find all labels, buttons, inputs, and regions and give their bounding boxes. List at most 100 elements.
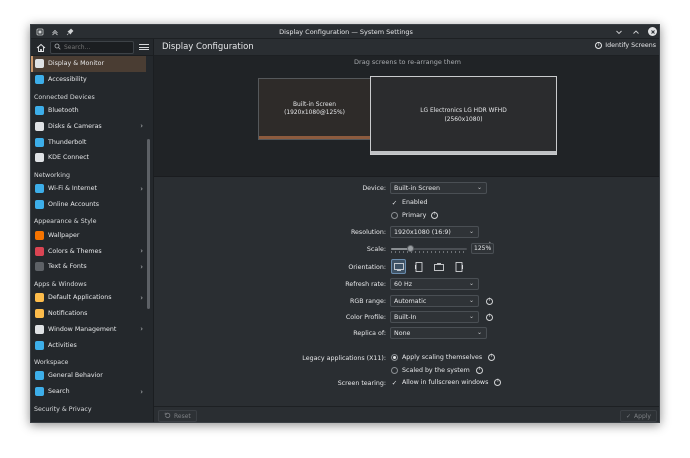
sidebar-item-label: Colors & Themes: [48, 247, 102, 255]
sidebar: Display & Monitor Accessibility Connected …: [31, 39, 154, 422]
primary-info-icon[interactable]: i: [431, 212, 439, 219]
screen-arrangement-area[interactable]: Drag screens to re-arrange them Built-in…: [154, 56, 659, 177]
chevron-right-icon: ›: [140, 325, 143, 334]
legacy-option-2-info-icon[interactable]: i: [475, 367, 483, 374]
legacy-option-1-info-icon[interactable]: i: [488, 354, 496, 361]
apply-checkmark-icon: ✓: [626, 412, 632, 420]
checkmark-icon[interactable]: ✓: [391, 379, 398, 387]
screen-tearing-row[interactable]: ✓ Allow in fullscreen windows i: [391, 379, 502, 387]
sidebar-item-kde-connect[interactable]: KDE Connect: [31, 150, 146, 166]
sidebar-item-window-management[interactable]: Window Management ›: [31, 321, 146, 337]
orientation-flipped-button[interactable]: [431, 259, 446, 274]
orientation-portrait-left-button[interactable]: [411, 259, 426, 274]
bluetooth-icon: [35, 105, 44, 115]
enabled-checkbox-row[interactable]: ✓ Enabled: [391, 199, 428, 207]
sidebar-item-general-behavior[interactable]: General Behavior: [31, 368, 146, 384]
main-panel: Display Configuration i Identify Screens…: [154, 39, 659, 422]
legacy-option-2-row[interactable]: Scaled by the system i: [391, 367, 483, 374]
color-profile-info-icon[interactable]: i: [486, 313, 493, 321]
rgb-range-value: Automatic: [394, 297, 427, 305]
globe-icon: [35, 184, 44, 194]
maximize-icon[interactable]: [631, 27, 640, 36]
color-profile-label: Color Profile:: [345, 314, 386, 321]
minimize-icon[interactable]: [614, 27, 623, 36]
sidebar-item-disks-cameras[interactable]: Disks & Cameras ›: [31, 118, 146, 134]
refresh-rate-select[interactable]: 60 Hz ⌄: [390, 278, 479, 290]
orientation-landscape-button[interactable]: [391, 259, 406, 274]
settings-form: Device: Built-in Screen ⌄ ✓ Enabled Prim…: [154, 177, 659, 407]
system-settings-window: Display Configuration — System Settings: [30, 24, 660, 423]
rgb-range-label: RGB range:: [349, 298, 386, 305]
refresh-rate-value: 60 Hz: [394, 280, 413, 288]
screen-lg-name: LG Electronics LG HDR WFHD: [420, 108, 507, 115]
screen-builtin[interactable]: Built-in Screen (1920x1080@125%): [258, 78, 371, 140]
resolution-select[interactable]: 1920x1080 (16:9) ⌄: [390, 226, 479, 238]
orientation-portrait-right-button[interactable]: [451, 259, 466, 274]
scale-spinbox[interactable]: 125% ˄ ˅: [471, 243, 494, 254]
screen-lg[interactable]: LG Electronics LG HDR WFHD (2560x1080): [370, 76, 557, 155]
replica-select[interactable]: None ⌄: [390, 327, 487, 339]
landscape-icon: [393, 262, 404, 271]
sidebar-item-activities[interactable]: Activities: [31, 337, 146, 353]
sidebar-item-search[interactable]: Search ›: [31, 384, 146, 400]
search-box[interactable]: [50, 41, 134, 54]
window-title: Display Configuration — System Settings: [279, 28, 413, 36]
sidebar-scrollbar[interactable]: [147, 139, 150, 309]
legacy-apps-label: Legacy applications (X11):: [302, 355, 386, 362]
sidebar-item-wi-fi-internet[interactable]: Wi-Fi & Internet ›: [31, 181, 146, 197]
chevron-right-icon: ›: [140, 293, 143, 302]
primary-radio-row[interactable]: Primary i: [391, 212, 439, 219]
sidebar-item-thunderbolt[interactable]: Thunderbolt: [31, 134, 146, 150]
device-select[interactable]: Built-in Screen ⌄: [390, 182, 487, 194]
thunderbolt-icon: [35, 137, 44, 147]
device-select-value: Built-in Screen: [394, 184, 440, 192]
sidebar-item-label: Text & Fonts: [48, 263, 87, 271]
rgb-range-info-icon[interactable]: i: [486, 297, 493, 305]
sidebar-category: Networking: [34, 171, 71, 179]
star-icon: [35, 293, 44, 303]
resolution-label: Resolution:: [350, 229, 386, 236]
portrait-right-icon: [455, 261, 463, 272]
search-input[interactable]: [64, 44, 134, 51]
legacy-option-1-label: Apply scaling themselves: [402, 354, 483, 361]
screen-tearing-label: Screen tearing:: [337, 380, 386, 387]
sidebar-item-bluetooth[interactable]: Bluetooth: [31, 103, 146, 119]
sidebar-item-colors-themes[interactable]: Colors & Themes ›: [31, 243, 146, 259]
sidebar-item-default-applications[interactable]: Default Applications ›: [31, 290, 146, 306]
rgb-range-select[interactable]: Automatic ⌄: [390, 295, 479, 307]
checkmark-icon[interactable]: ✓: [391, 199, 398, 207]
sidebar-item-label: Window Management: [48, 325, 117, 333]
apply-button[interactable]: ✓ Apply: [620, 410, 657, 422]
sidebar-category: Appearance & Style: [34, 218, 97, 226]
legacy-option-2-label: Scaled by the system: [402, 367, 470, 374]
sidebar-item-wallpaper[interactable]: Wallpaper: [31, 227, 146, 243]
disks-icon: [35, 121, 44, 131]
home-icon[interactable]: [35, 42, 46, 53]
scale-slider-handle[interactable]: [406, 244, 414, 252]
primary-radio[interactable]: [391, 212, 398, 219]
color-profile-select[interactable]: Built-In ⌄: [390, 311, 479, 323]
spin-arrows-icon[interactable]: ˄ ˅: [489, 243, 492, 253]
chevron-down-icon: ⌄: [468, 297, 474, 304]
identify-screens-button[interactable]: i Identify Screens: [595, 42, 656, 49]
sidebar-item-accessibility[interactable]: Accessibility: [31, 72, 146, 88]
legacy-scaled-by-system-radio[interactable]: [391, 367, 398, 374]
hamburger-menu-icon[interactable]: [139, 42, 149, 52]
enabled-label: Enabled: [402, 199, 428, 206]
sidebar-item-text-fonts[interactable]: Text & Fonts ›: [31, 259, 146, 275]
reset-button[interactable]: Reset: [158, 410, 197, 422]
screen-tearing-info-icon[interactable]: i: [494, 379, 502, 386]
sidebar-item-online-accounts[interactable]: Online Accounts: [31, 197, 146, 213]
scale-slider[interactable]: [391, 244, 467, 253]
close-icon[interactable]: [648, 27, 657, 36]
sidebar-item-label: Wallpaper: [48, 231, 80, 239]
sidebar-item-notifications[interactable]: Notifications: [31, 306, 146, 322]
portrait-left-icon: [414, 261, 422, 272]
sidebar-item-label: Default Applications: [48, 294, 112, 302]
sidebar-category: Workspace: [34, 358, 69, 366]
legacy-apply-scaling-radio[interactable]: [391, 354, 398, 361]
chevron-right-icon: ›: [140, 247, 143, 256]
legacy-option-1-row[interactable]: Apply scaling themselves i: [391, 354, 496, 361]
chevron-down-icon: ⌄: [476, 329, 482, 336]
sidebar-item-display-monitor[interactable]: Display & Monitor: [31, 56, 146, 72]
